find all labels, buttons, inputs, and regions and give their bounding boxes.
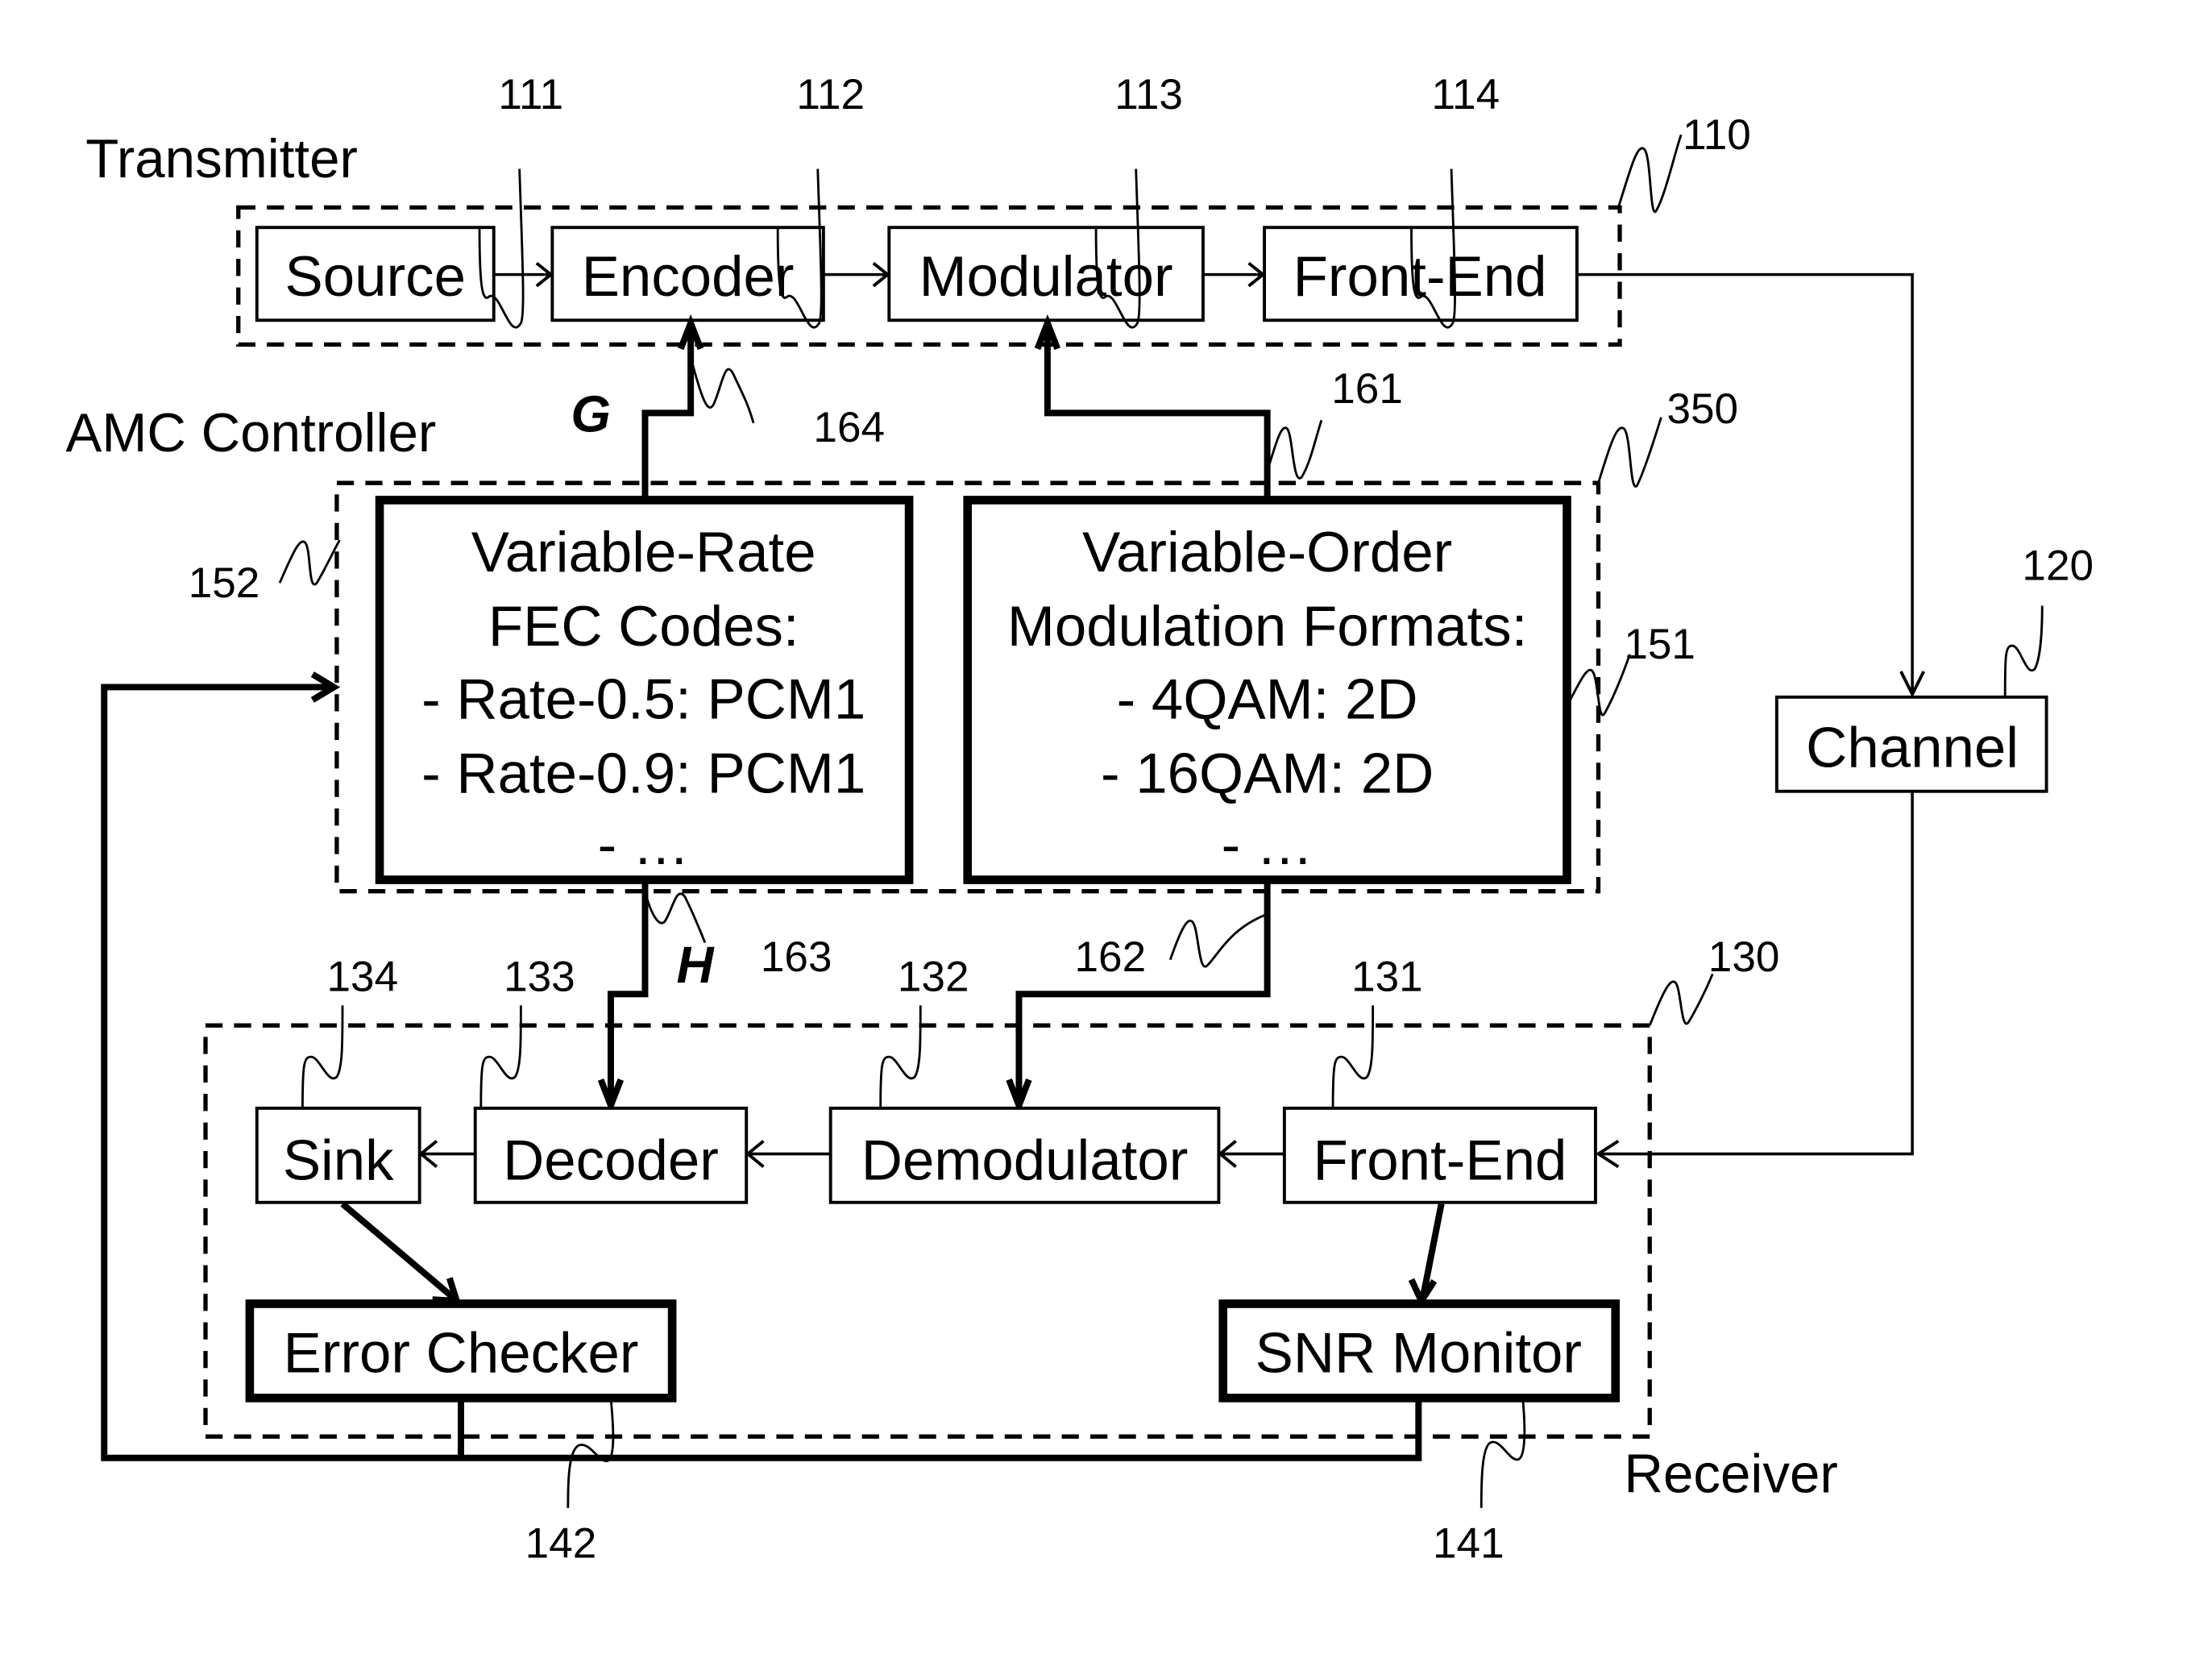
ref-161: 161	[1331, 365, 1403, 413]
ref-163: 163	[761, 933, 832, 981]
fec-line-1: Variable-Rate	[471, 521, 816, 584]
leader-110	[1616, 134, 1683, 214]
channel-label: Channel	[1806, 717, 2019, 780]
tx-front-end-label: Front-End	[1293, 245, 1547, 309]
arrow-encoder-to-modulator	[823, 261, 890, 288]
leader-131	[1331, 1005, 1375, 1108]
signal-mod-to-tx-bus	[1034, 314, 1271, 501]
fec-line-4: - Rate-0.9: PCM1	[421, 742, 865, 805]
ref-350: 350	[1666, 385, 1738, 433]
arrow-sink-to-error-checker	[340, 1201, 462, 1305]
leader-132	[879, 1005, 922, 1108]
mod-line-4: - 16QAM: 2D	[1101, 742, 1434, 805]
snr-monitor-block[interactable]: SNR Monitor	[1218, 1299, 1621, 1403]
channel-block[interactable]: Channel	[1774, 695, 2048, 793]
signal-g-label: G	[571, 384, 611, 443]
fec-codes-block[interactable]: Variable-Rate FEC Codes: - Rate-0.5: PCM…	[375, 496, 914, 884]
ref-142: 142	[525, 1520, 597, 1568]
signal-mod-to-rx-bus	[1006, 879, 1271, 1115]
ref-133: 133	[504, 954, 575, 1001]
ref-164: 164	[813, 404, 885, 451]
arrow-decoder-to-sink	[418, 1140, 475, 1168]
tx-modulator-block[interactable]: Modulator	[887, 226, 1205, 322]
rx-demodulator-label: Demodulator	[861, 1128, 1189, 1192]
tx-source-block[interactable]: Source	[255, 226, 496, 322]
ref-111: 111	[498, 71, 563, 118]
ref-114: 114	[1431, 71, 1500, 118]
mod-line-2: Modulation Formats:	[1007, 595, 1528, 659]
rx-sink-label: Sink	[283, 1128, 394, 1192]
ref-120: 120	[2022, 542, 2094, 590]
ref-151: 151	[1624, 621, 1695, 668]
leader-120	[2003, 605, 2044, 697]
ref-162: 162	[1075, 933, 1147, 981]
leader-152	[278, 539, 341, 586]
mod-line-3: - 4QAM: 2D	[1117, 667, 1418, 731]
leader-350	[1597, 417, 1662, 488]
leader-164	[689, 356, 755, 424]
leader-163	[644, 891, 707, 943]
amc-controller-label: AMC Controller	[65, 403, 436, 463]
leader-134	[301, 1005, 344, 1108]
error-checker-block[interactable]: Error Checker	[245, 1299, 677, 1403]
transmitter-label: Transmitter	[85, 129, 358, 189]
rx-front-end-label: Front-End	[1313, 1128, 1567, 1192]
ref-113: 113	[1114, 71, 1183, 118]
signal-h-label: H	[676, 936, 715, 994]
rx-sink-block[interactable]: Sink	[255, 1106, 421, 1204]
mod-line-5: - …	[1222, 813, 1314, 877]
tx-front-end-block[interactable]: Front-End	[1263, 226, 1579, 322]
error-checker-label: Error Checker	[284, 1322, 639, 1386]
snr-monitor-label: SNR Monitor	[1255, 1322, 1582, 1386]
ref-112: 112	[796, 71, 865, 118]
tx-source-label: Source	[285, 245, 466, 309]
signal-h-bus	[597, 879, 649, 1115]
arrow-front-end-to-snr-monitor	[1408, 1203, 1445, 1308]
receiver-label: Receiver	[1624, 1444, 1837, 1504]
amc-system-diagram: Transmitter AMC Controller Receiver Sour…	[65, 71, 2094, 1568]
leader-130	[1648, 973, 1714, 1026]
ref-134: 134	[327, 954, 399, 1001]
fec-line-3: - Rate-0.5: PCM1	[421, 667, 865, 731]
tx-modulator-label: Modulator	[919, 245, 1173, 309]
rx-decoder-label: Decoder	[503, 1128, 719, 1192]
fec-line-2: FEC Codes:	[488, 595, 799, 659]
modulation-formats-block[interactable]: Variable-Order Modulation Formats: - 4QA…	[963, 496, 1571, 884]
mod-line-1: Variable-Order	[1082, 521, 1452, 584]
leader-161	[1266, 419, 1323, 480]
arrow-demodulator-to-decoder	[745, 1140, 831, 1168]
ref-152: 152	[189, 559, 260, 607]
ref-131: 131	[1351, 954, 1423, 1001]
leader-133	[479, 1005, 522, 1108]
leader-142	[566, 1398, 615, 1508]
fec-line-5: - …	[598, 813, 690, 877]
arrow-modulator-to-front-end	[1202, 261, 1266, 288]
leader-141	[1480, 1398, 1526, 1508]
ref-110: 110	[1683, 111, 1751, 159]
rx-demodulator-block[interactable]: Demodulator	[828, 1106, 1221, 1204]
leader-162	[1168, 912, 1268, 968]
ref-130: 130	[1708, 933, 1780, 981]
ref-132: 132	[898, 954, 969, 1001]
tx-encoder-block[interactable]: Encoder	[550, 226, 825, 322]
rx-front-end-block[interactable]: Front-End	[1282, 1106, 1597, 1204]
tx-encoder-label: Encoder	[582, 245, 795, 309]
ref-141: 141	[1433, 1520, 1504, 1568]
rx-decoder-block[interactable]: Decoder	[473, 1106, 749, 1204]
arrow-front-end-to-demodulator	[1218, 1140, 1284, 1168]
signal-g-bus	[641, 314, 704, 501]
